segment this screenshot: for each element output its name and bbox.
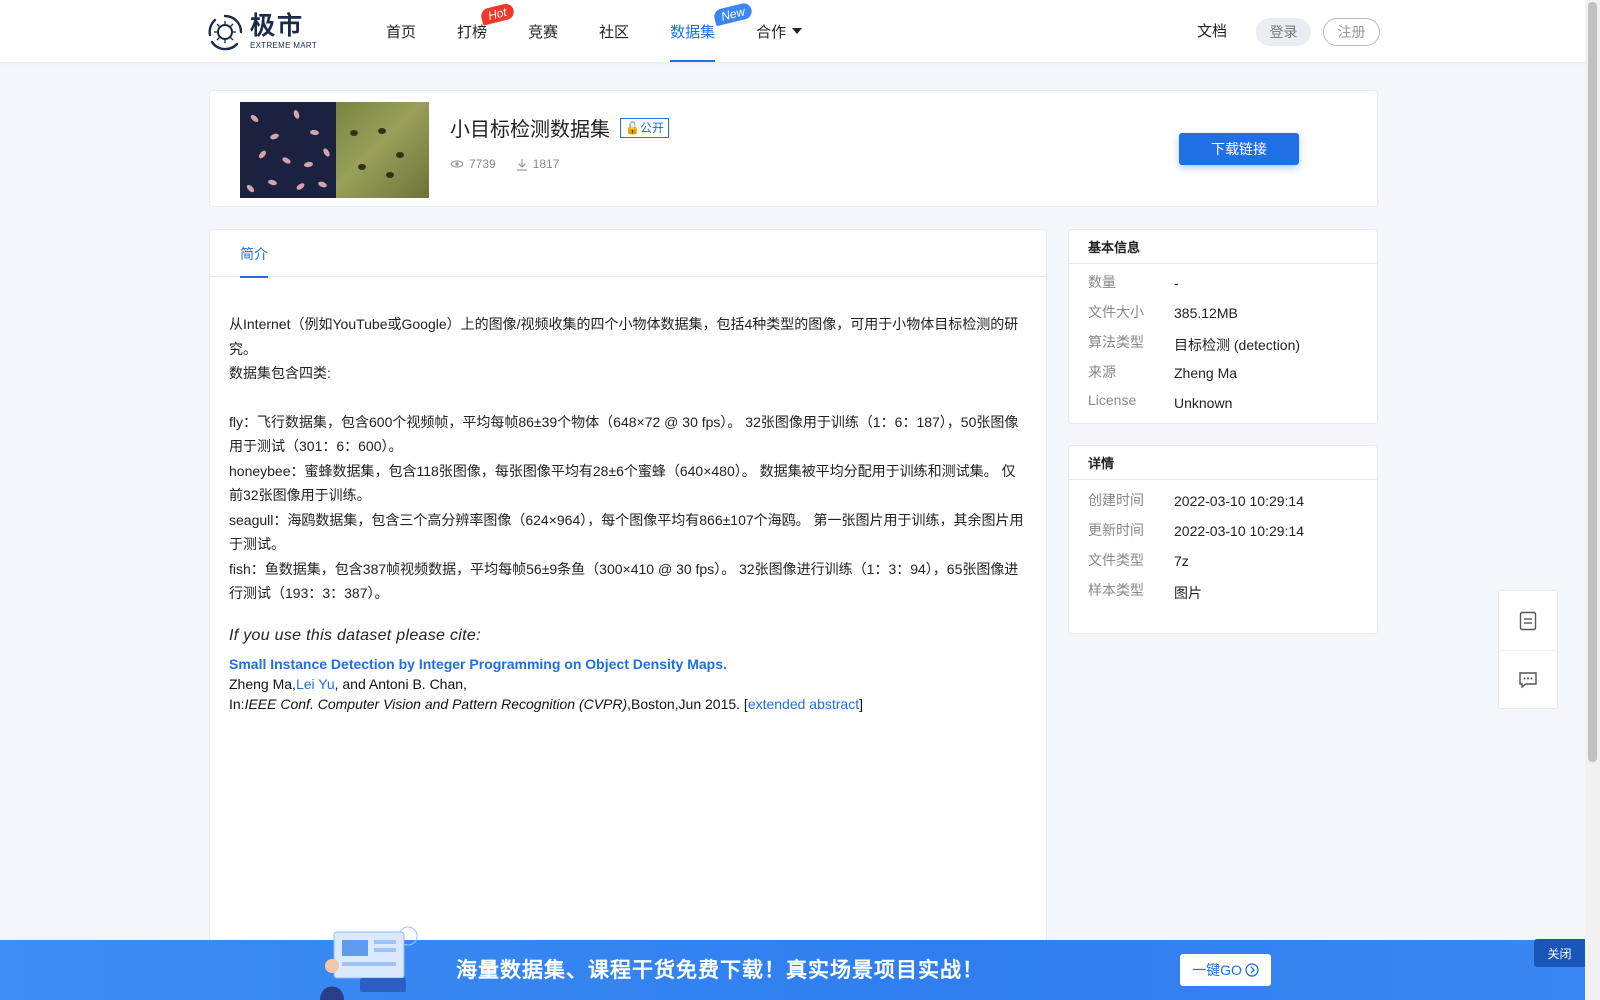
register-button[interactable]: 注册 xyxy=(1323,18,1380,46)
downloads-stat: 1817 xyxy=(516,157,560,171)
public-badge: 🔓公开 xyxy=(620,117,669,138)
chat-button[interactable] xyxy=(1499,650,1557,709)
new-badge: New xyxy=(712,1,754,27)
detail-row-filetype: 文件类型 7z xyxy=(1088,552,1189,569)
chat-icon xyxy=(1519,672,1537,689)
login-button[interactable]: 登录 xyxy=(1256,18,1311,46)
brand-logo[interactable]: 极市 EXTREME MART xyxy=(206,12,317,52)
docs-link[interactable]: 文档 xyxy=(1197,20,1227,41)
download-icon xyxy=(516,158,527,171)
brand-logo-icon xyxy=(206,13,244,51)
main-nav: 首页 打榜 Hot 竞赛 社区 数据集 New 合作 xyxy=(386,0,843,62)
nav-item-label: 社区 xyxy=(599,23,630,41)
detail-row-updated: 更新时间 2022-03-10 10:29:14 xyxy=(1088,522,1304,539)
floating-toolbar xyxy=(1498,590,1558,709)
nav-item-cooperation[interactable]: 合作 xyxy=(756,0,803,62)
nav-item-datasets[interactable]: 数据集 New xyxy=(670,0,754,62)
citation-authors: Zheng Ma,Lei Yu, and Antoni B. Chan, xyxy=(229,676,467,692)
class-fly-description: fly：飞行数据集，包含600个视频帧，平均每帧86±39个物体（648×72 … xyxy=(229,413,1019,455)
tab-bar: 简介 xyxy=(210,230,1046,278)
info-row-license: License Unknown xyxy=(1088,392,1233,411)
details-card: 详情 创建时间 2022-03-10 10:29:14 更新时间 2022-03-1… xyxy=(1068,445,1378,634)
citation-title-link[interactable]: Small Instance Detection by Integer Prog… xyxy=(229,654,1029,674)
dataset-header-card: 小目标检测数据集 🔓公开 7739 1817 下载链接 xyxy=(209,90,1378,207)
intro-paragraph: 从Internet（例如YouTube或Google）上的图像/视频收集的四个小… xyxy=(229,316,1019,357)
nav-item-label: 数据集 xyxy=(670,23,716,41)
brand-name: 极市 xyxy=(250,12,305,40)
scrollbar-thumb[interactable] xyxy=(1588,2,1597,762)
nav-item-leaderboard[interactable]: 打榜 Hot xyxy=(457,0,516,62)
eye-icon xyxy=(450,160,464,168)
hot-badge: Hot xyxy=(479,2,516,26)
intro-content: 从Internet（例如YouTube或Google）上的图像/视频收集的四个小… xyxy=(229,312,1029,714)
top-navbar: 极市 EXTREME MART 首页 打榜 Hot 竞赛 社区 数据集 New … xyxy=(0,0,1585,62)
download-link-button[interactable]: 下载链接 xyxy=(1179,133,1299,165)
class-fish-description: fish：鱼数据集，包含387帧视频数据，平均每帧56±9条鱼（300×410 … xyxy=(229,560,1019,602)
nav-item-home[interactable]: 首页 xyxy=(386,0,416,62)
venue-name: IEEE Conf. Computer Vision and Pattern R… xyxy=(244,696,628,712)
tab-intro[interactable]: 简介 xyxy=(240,230,268,278)
dataset-title-row: 小目标检测数据集 🔓公开 xyxy=(450,113,669,142)
thumbnail-bees-image xyxy=(336,102,429,198)
thumbnail-petals-image xyxy=(240,102,336,198)
go-button[interactable]: 一键GO xyxy=(1180,954,1271,986)
details-heading: 详情 xyxy=(1069,446,1377,480)
promo-banner: 海量数据集、课程干货免费下载！真实场景项目实战！ 一键GO xyxy=(0,926,1585,1000)
dataset-title: 小目标检测数据集 xyxy=(450,119,610,141)
nav-item-competitions[interactable]: 竞赛 xyxy=(528,0,558,62)
citation-venue: In:IEEE Conf. Computer Vision and Patter… xyxy=(229,696,863,712)
citation-heading: If you use this dataset please cite: xyxy=(229,626,481,644)
notes-button[interactable] xyxy=(1499,591,1557,650)
info-row-count: 数量 - xyxy=(1088,274,1179,291)
caret-down-icon xyxy=(792,28,803,34)
banner-illustration xyxy=(320,926,418,1000)
close-banner-button[interactable]: 关闭 xyxy=(1534,939,1585,967)
class-seagull-description: seagull：海鸥数据集，包含三个高分辨率图像（624×964），每个图像平均… xyxy=(229,511,1024,553)
banner-text: 海量数据集、课程干货免费下载！真实场景项目实战！ xyxy=(456,959,984,982)
nav-item-community[interactable]: 社区 xyxy=(599,0,629,62)
info-row-source: 来源 Zheng Ma xyxy=(1088,364,1238,381)
intro-classes-heading: 数据集包含四类: xyxy=(229,365,331,381)
info-row-size: 文件大小 385.12MB xyxy=(1088,304,1238,321)
author-link[interactable]: Lei Yu xyxy=(296,676,335,692)
views-count: 7739 xyxy=(469,157,496,171)
basic-info-heading: 基本信息 xyxy=(1069,230,1377,264)
nav-item-label: 首页 xyxy=(386,23,417,41)
nav-item-label: 合作 xyxy=(756,23,787,41)
dataset-thumbnails xyxy=(240,102,429,198)
class-honeybee-description: honeybee：蜜蜂数据集，包含118张图像，每张图像平均有28±6个蜜蜂（6… xyxy=(229,462,1016,504)
brand-name-en: EXTREME MART xyxy=(250,41,318,50)
lock-open-icon: 🔓 xyxy=(625,120,640,135)
intro-card: 简介 从Internet（例如YouTube或Google）上的图像/视频收集的… xyxy=(209,229,1047,949)
nav-item-label: 竞赛 xyxy=(528,23,559,41)
info-row-algorithm: 算法类型 目标检测 (detection) xyxy=(1088,334,1301,353)
arrow-circle-right-icon xyxy=(1245,963,1259,977)
detail-row-created: 创建时间 2022-03-10 10:29:14 xyxy=(1088,492,1304,509)
notes-icon xyxy=(1519,611,1537,630)
extended-abstract-link[interactable]: extended abstract xyxy=(748,696,859,712)
dataset-stats: 7739 1817 xyxy=(450,157,579,171)
source-link[interactable]: Zheng Ma xyxy=(1174,365,1237,381)
views-stat: 7739 xyxy=(450,157,496,171)
downloads-count: 1817 xyxy=(532,157,560,171)
detail-row-sampletype: 样本类型 图片 xyxy=(1088,582,1202,601)
basic-info-card: 基本信息 数量 - 文件大小 385.12MB 算法类型 目标检测 (detectio… xyxy=(1068,229,1378,424)
page-scrollbar[interactable] xyxy=(1585,0,1600,1000)
